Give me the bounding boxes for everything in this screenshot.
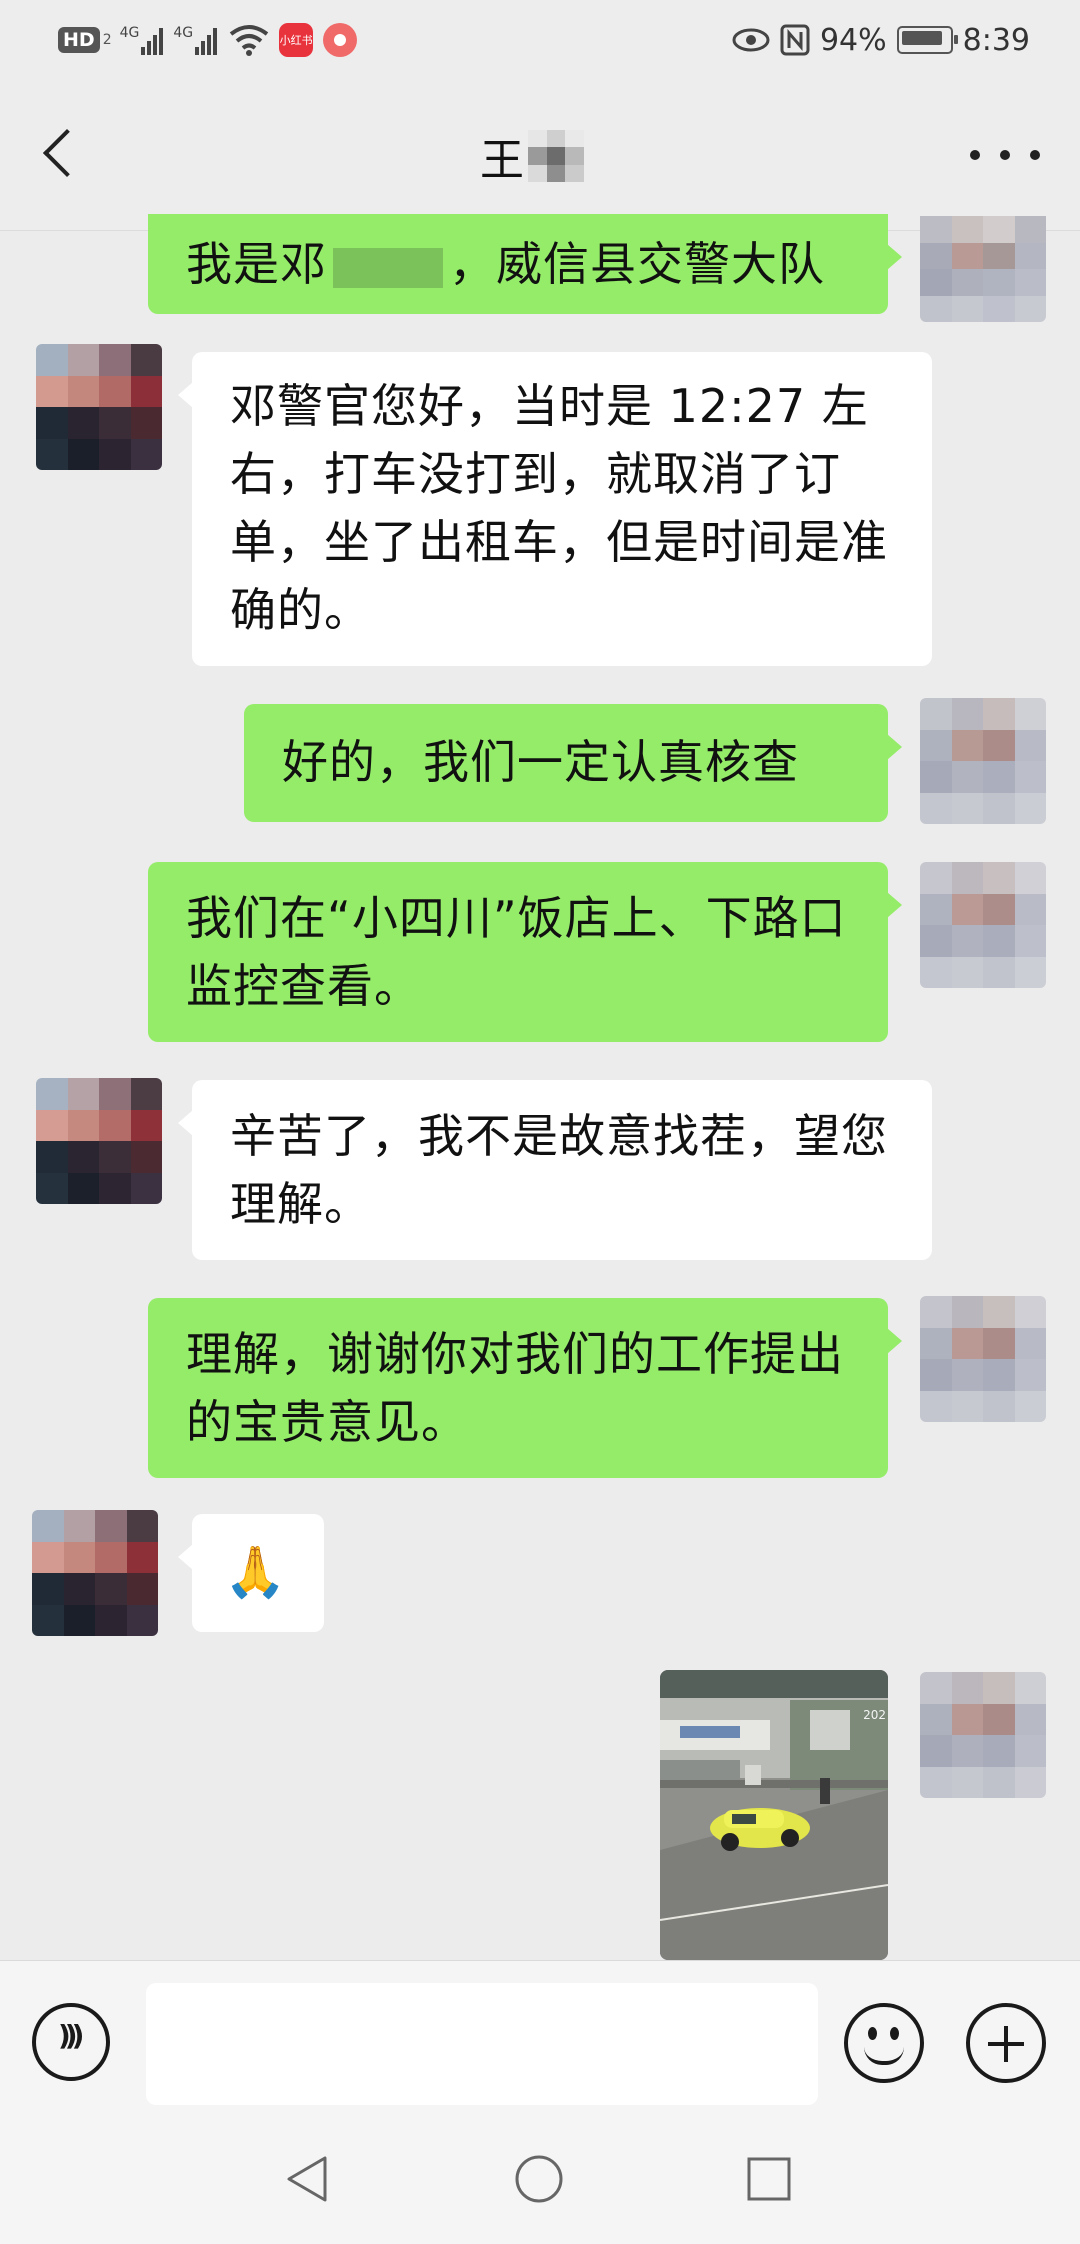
message-bubble-sent[interactable]: 我们在“小四川”饭店上、下路口监控查看。 — [148, 862, 902, 1042]
signal-icon-1: 4G — [120, 25, 166, 55]
signal-icon-2: 4G — [173, 25, 219, 55]
nav-home-icon[interactable] — [514, 2154, 564, 2204]
message-bubble-sent[interactable]: 好的，我们一定认真核查 — [244, 704, 902, 822]
broadcast-icon — [323, 23, 358, 57]
hd-badge: HD — [58, 27, 100, 53]
message-text: 我是邓 — [186, 237, 327, 291]
system-navigation-bar — [0, 2110, 1080, 2244]
back-icon[interactable] — [36, 124, 86, 188]
message-bubble-sent[interactable]: 理解，谢谢你对我们的工作提出的宝贵意见。 — [148, 1298, 902, 1478]
plus-icon[interactable] — [966, 2003, 1046, 2083]
voice-icon[interactable] — [32, 2003, 110, 2081]
avatar-self[interactable] — [920, 216, 1046, 322]
nav-recent-icon[interactable] — [746, 2156, 792, 2202]
clock: 8:39 — [962, 22, 1030, 58]
message-bubble-received[interactable]: 🙏 — [178, 1514, 324, 1632]
folded-hands-emoji: 🙏 — [224, 1543, 288, 1601]
message-text: 辛苦了，我不是故意找茬，望您理解。 — [230, 1109, 888, 1231]
avatar-self[interactable] — [920, 862, 1046, 988]
message-bubble-received[interactable]: 邓警官您好，当时是 12:27 左右，打车没打到，就取消了订单，坐了出租车，但是… — [178, 352, 932, 666]
message-text: 我们在“小四川”饭店上、下路口监控查看。 — [186, 891, 847, 1013]
message-bubble-sent[interactable]: 我是邓 ，威信县交警大队 — [148, 214, 902, 314]
battery-icon — [896, 26, 958, 54]
message-text: 邓警官您好，当时是 12:27 左右，打车没打到，就取消了订单，坐了出租车，但是… — [230, 379, 888, 637]
network-type-1: 4G — [119, 25, 140, 41]
nav-back-icon[interactable] — [285, 2154, 331, 2204]
road-photo — [660, 1670, 888, 1960]
image-timestamp: 202 — [863, 1708, 886, 1722]
avatar-self[interactable] — [920, 1672, 1046, 1798]
avatar-self[interactable] — [920, 698, 1046, 824]
app-notification-icon: 小红书 — [279, 23, 314, 57]
message-text: 好的，我们一定认真核查 — [282, 735, 799, 789]
message-bubble-received[interactable]: 辛苦了，我不是故意找茬，望您理解。 — [178, 1080, 932, 1260]
nfc-icon — [780, 24, 810, 56]
chat-header: 王 — [0, 80, 1080, 231]
avatar-self[interactable] — [920, 1296, 1046, 1422]
message-text: 理解，谢谢你对我们的工作提出的宝贵意见。 — [186, 1327, 844, 1449]
network-type-2: 4G — [173, 25, 194, 41]
message-text: ，威信县交警大队 — [449, 237, 825, 291]
contact-name: 王 — [480, 135, 524, 186]
redacted-name — [333, 247, 443, 288]
wifi-icon — [229, 25, 269, 56]
status-right: 94% 8:39 — [732, 18, 1030, 62]
eye-comfort-icon — [732, 28, 770, 52]
status-bar: HD 2 4G 4G 小红书 94% 8:39 — [0, 0, 1080, 80]
avatar-contact[interactable] — [36, 1078, 162, 1204]
name-mosaic — [528, 130, 584, 182]
avatar-contact[interactable] — [32, 1510, 158, 1636]
chat-title[interactable]: 王 — [480, 124, 584, 188]
hd-sub: 2 — [102, 32, 112, 48]
emoji-icon[interactable] — [844, 2003, 924, 2083]
battery-percent: 94% — [819, 22, 887, 58]
network-indicators: HD 2 4G 4G 小红书 — [58, 18, 358, 62]
avatar-contact[interactable] — [36, 344, 162, 470]
more-icon[interactable] — [970, 140, 1040, 170]
chat-input-bar — [0, 1960, 1080, 2111]
message-input[interactable] — [146, 1983, 818, 2105]
message-image[interactable]: 202 — [660, 1670, 888, 1960]
